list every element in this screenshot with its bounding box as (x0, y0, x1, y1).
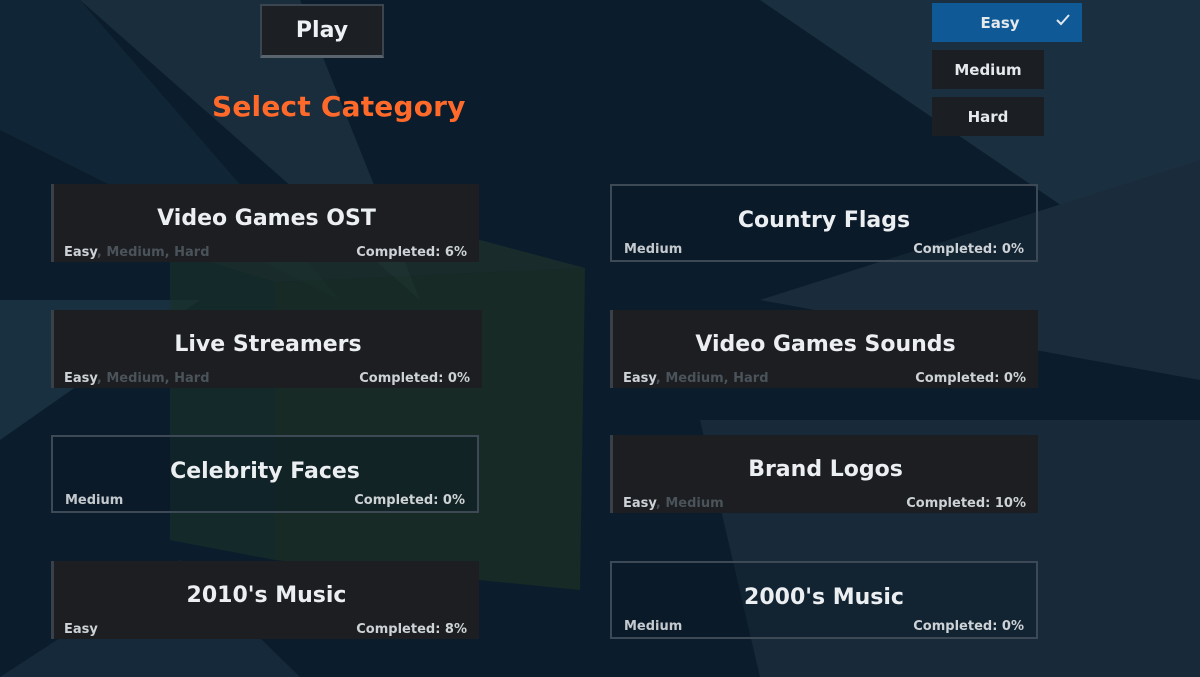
category-name: Live Streamers (174, 332, 362, 357)
difficulty-easy-button[interactable]: Easy (932, 3, 1082, 42)
checkmark-icon (1056, 14, 1070, 26)
difficulty-label: Hard (967, 107, 1009, 126)
category-modes: Easy, Medium, Hard (623, 371, 769, 386)
category-name: Celebrity Faces (170, 459, 360, 484)
difficulty-label: Medium (954, 60, 1022, 79)
category-modes: Medium (624, 242, 683, 257)
category-card-brand-logos[interactable]: Brand Logos Easy, Medium Completed: 10% (610, 435, 1038, 513)
category-completed: Completed: 6% (356, 245, 467, 260)
difficulty-medium-button[interactable]: Medium (932, 50, 1044, 89)
play-button[interactable]: Play (260, 4, 384, 58)
category-name: Country Flags (737, 208, 911, 233)
category-completed: Completed: 0% (913, 619, 1024, 634)
category-modes: Easy, Medium (623, 496, 724, 511)
category-card-live-streamers[interactable]: Live Streamers Easy, Medium, Hard Comple… (51, 310, 482, 388)
page-title: Select Category (212, 90, 466, 123)
difficulty-label: Easy (980, 13, 1020, 32)
category-modes: Easy (64, 622, 98, 637)
difficulty-hard-button[interactable]: Hard (932, 97, 1044, 136)
category-completed: Completed: 0% (354, 493, 465, 508)
category-modes: Easy, Medium, Hard (64, 245, 210, 260)
category-card-celebrity-faces[interactable]: Celebrity Faces Medium Completed: 0% (51, 435, 479, 513)
category-completed: Completed: 0% (359, 371, 470, 386)
category-modes: Easy, Medium, Hard (64, 371, 210, 386)
category-name: 2010's Music (186, 583, 347, 608)
category-name: Brand Logos (748, 457, 903, 482)
category-name: 2000's Music (744, 585, 904, 610)
category-modes: Medium (65, 493, 124, 508)
category-modes: Medium (624, 619, 683, 634)
category-completed: Completed: 8% (356, 622, 467, 637)
category-card-video-games-ost[interactable]: Video Games OST Easy, Medium, Hard Compl… (51, 184, 479, 262)
category-completed: Completed: 10% (906, 496, 1026, 511)
category-completed: Completed: 0% (913, 242, 1024, 257)
category-name: Video Games OST (157, 206, 376, 231)
category-completed: Completed: 0% (915, 371, 1026, 386)
category-card-country-flags[interactable]: Country Flags Medium Completed: 0% (610, 184, 1038, 262)
category-name: Video Games Sounds (695, 332, 956, 357)
category-card-video-games-sounds[interactable]: Video Games Sounds Easy, Medium, Hard Co… (610, 310, 1038, 388)
category-card-2000s-music[interactable]: 2000's Music Medium Completed: 0% (610, 561, 1038, 639)
category-card-2010s-music[interactable]: 2010's Music Easy Completed: 8% (51, 561, 479, 639)
